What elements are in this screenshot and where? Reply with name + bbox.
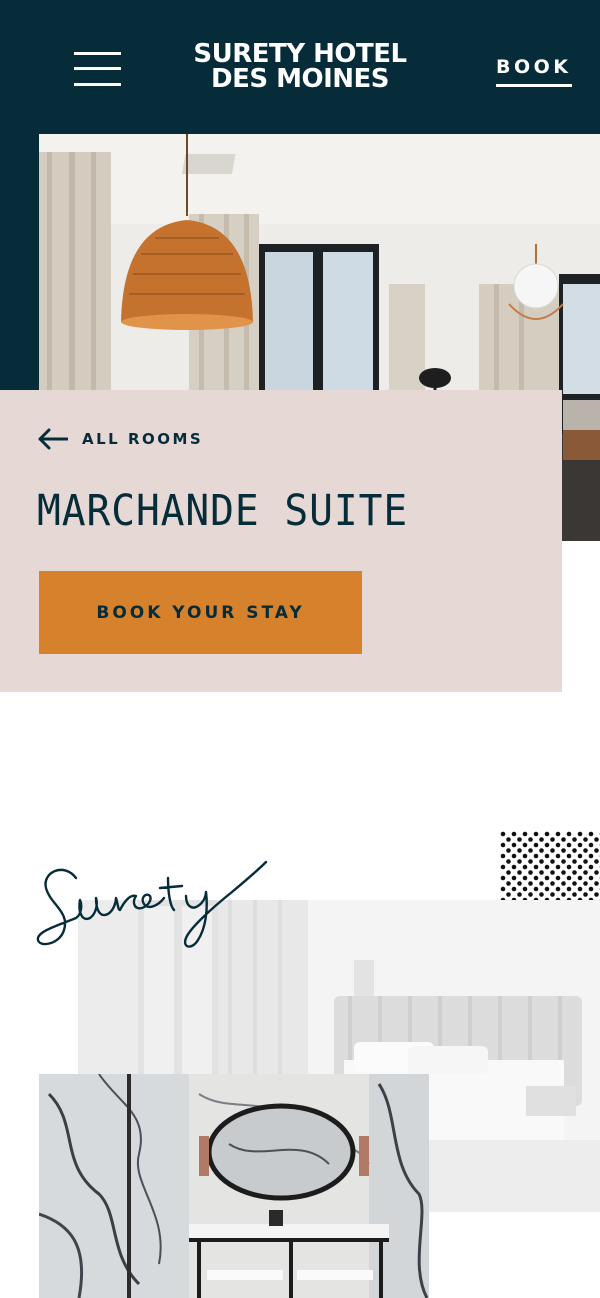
- all-rooms-link[interactable]: ALL ROOMS: [38, 428, 203, 450]
- room-info-card: ALL ROOMS MARCHANDE SUITE BOOK YOUR STAY: [0, 390, 562, 692]
- surety-script-logo: [36, 852, 276, 956]
- book-your-stay-button[interactable]: BOOK YOUR STAY: [39, 571, 362, 654]
- hamburger-icon-line: [74, 67, 121, 70]
- hamburger-icon-line: [74, 83, 121, 86]
- header-extension: [0, 134, 39, 390]
- room-title: MARCHANDE SUITE: [37, 486, 409, 536]
- logo-line-2: DES MOINES: [210, 64, 390, 94]
- all-rooms-label: ALL ROOMS: [82, 430, 204, 448]
- site-logo[interactable]: SURETY HOTEL DES MOINES: [180, 41, 420, 94]
- menu-button[interactable]: [74, 50, 122, 88]
- book-link[interactable]: BOOK: [496, 56, 572, 87]
- site-header: SURETY HOTEL DES MOINES BOOK: [0, 0, 600, 134]
- arrow-left-icon: [38, 428, 68, 450]
- hamburger-icon-line: [74, 52, 121, 55]
- bathroom-photo: [39, 1074, 429, 1298]
